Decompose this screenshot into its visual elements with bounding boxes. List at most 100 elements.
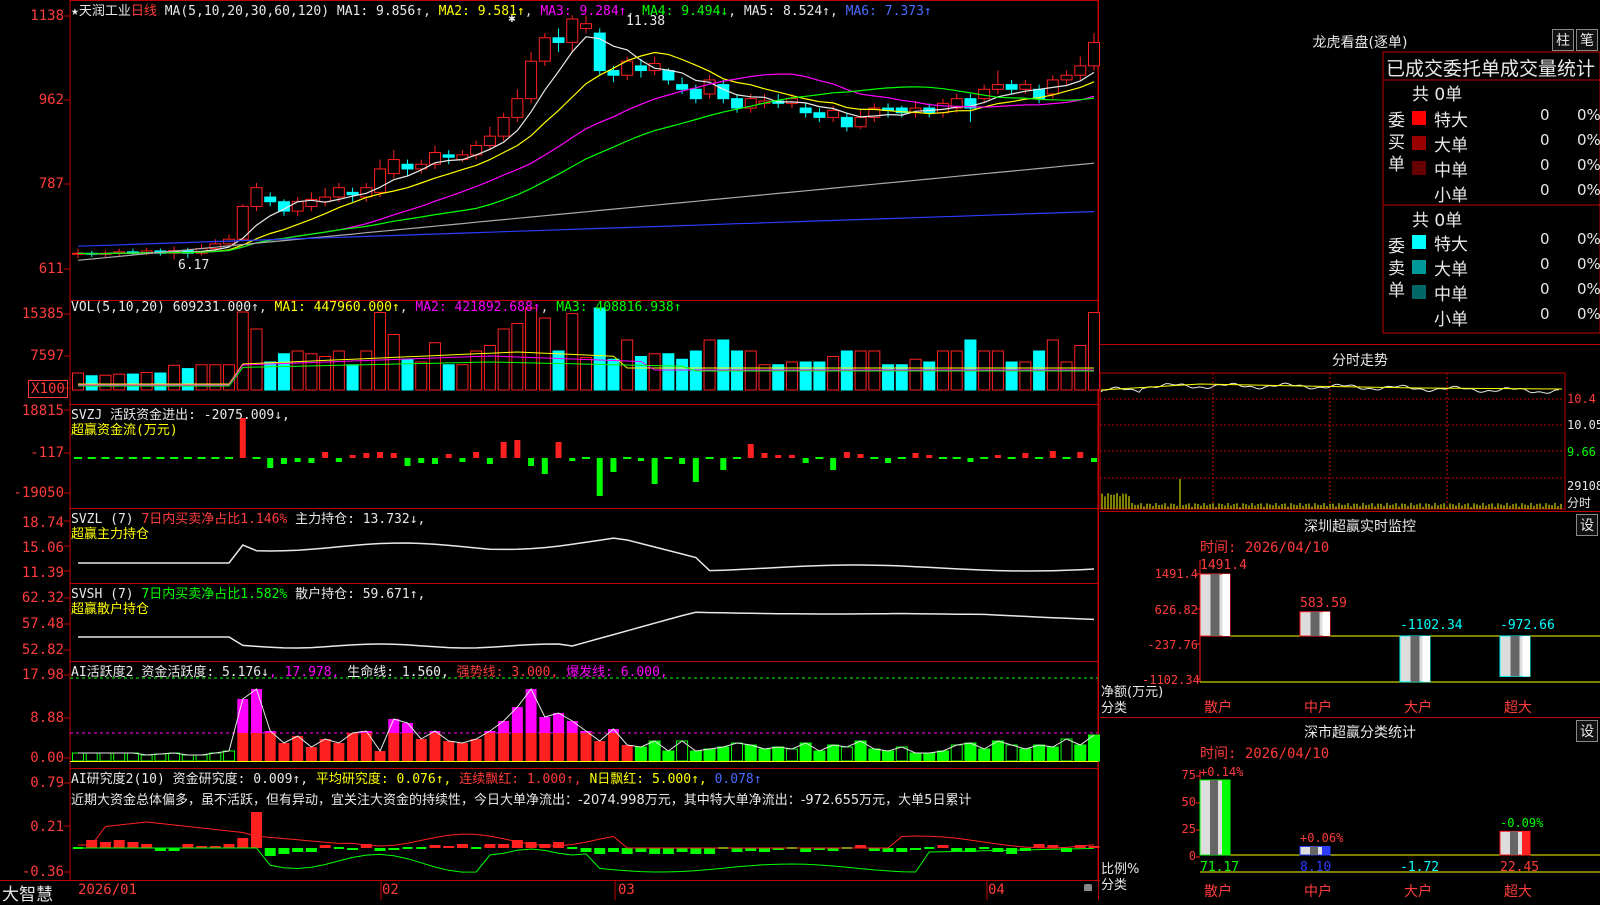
candle-up (497, 116, 510, 137)
activity-bar-burst (498, 721, 510, 733)
fund-inflow-bar (363, 453, 370, 458)
fund-flow-dash (582, 457, 590, 459)
sz-class-settings-button[interactable]: 设 (1576, 720, 1598, 742)
sz-class-bar-color (1222, 780, 1230, 855)
sz-monitor-bar-shade (1510, 636, 1520, 677)
svzj-axis-label: -117 (30, 445, 64, 461)
svzl-ratio: 7日内买卖净占比1.146% (141, 512, 288, 527)
ma-line-ma5 (77, 162, 1095, 261)
svzl-value: 主力持仓: 13.732↓, (295, 512, 426, 527)
activity-bar-strong (374, 751, 386, 761)
fund-inflow-bar (775, 455, 782, 458)
volume-bar (126, 373, 139, 391)
order-count: 0 (1540, 280, 1550, 298)
vol-header: VOL(5,10,20) 609231.000↑, MA1: 447960.00… (71, 300, 682, 315)
activity-bar-strong (429, 733, 441, 761)
ai-research-value: 资金研究度: 0.009↑, (172, 772, 309, 787)
bar-mode-button[interactable]: 柱 (1552, 29, 1574, 51)
vol-unit-button[interactable]: X100 (28, 380, 68, 398)
fund-inflow-bar (994, 455, 1001, 458)
price-header: ★天润工业日线 MA(5,10,20,30,60,120) MA1: 9.856… (71, 4, 932, 19)
ai-research-axis-label: 0.21 (30, 819, 64, 835)
sz-monitor-axis-label: 626.82 (1154, 603, 1198, 617)
fund-flow-dash (115, 457, 124, 459)
candle-down (799, 107, 812, 114)
fund-inflow-bar (1022, 453, 1029, 458)
research-dash (471, 847, 482, 849)
stock-name: 天润工业 (78, 4, 131, 19)
activity-bar (950, 744, 963, 762)
activity-bar (181, 754, 194, 762)
order-percent: 0% (1577, 280, 1600, 298)
volume-bar (1060, 361, 1073, 391)
research-bar-down (662, 848, 674, 854)
main-chart-canvas[interactable]: ✱ (0, 0, 1600, 900)
sz-class-bar-color (1522, 831, 1530, 855)
candle-down (346, 191, 359, 196)
svzj-axis-label: 18815 (21, 403, 64, 419)
candle-down (813, 112, 826, 118)
sz-monitor-value: 1491.4 (1200, 558, 1247, 573)
period-label[interactable]: 日线 (131, 4, 157, 19)
research-bar-up (127, 842, 139, 848)
volume-bar (662, 353, 675, 391)
fund-flow-dash (938, 457, 947, 459)
volume-bar (264, 361, 277, 391)
ma6-value: MA6: 7.373↑ (845, 4, 932, 19)
activity-bar-strong (388, 733, 400, 761)
research-bar-down (649, 848, 661, 854)
order-size-label: 特大 (1434, 235, 1468, 255)
research-bar-down (758, 848, 770, 852)
sz-class-value: 8.10 (1300, 860, 1332, 875)
app-logo[interactable]: 大智慧 (2, 880, 53, 905)
svzl-axis-label: 11.39 (21, 565, 64, 581)
sz-class-axis-label: 75 (1181, 768, 1196, 782)
volume-bar (346, 364, 359, 391)
research-bar-up (250, 812, 262, 848)
fund-outflow-bar (569, 458, 576, 461)
ma-line-ma1 (77, 36, 1095, 255)
research-dash (979, 847, 990, 849)
sz-monitor-settings-button[interactable]: 设 (1576, 514, 1598, 536)
fund-outflow-bar (459, 458, 466, 462)
date-axis-label: 02 (382, 882, 399, 898)
fund-flow-dash (170, 457, 179, 459)
lock-icon[interactable] (1084, 884, 1092, 891)
ai-active-peak: , 17.978, (268, 665, 340, 680)
sz-class-change: +0.06% (1300, 831, 1344, 846)
sz-class-category: 超大 (1504, 884, 1532, 900)
sz-monitor-value: -1102.34 (1400, 618, 1463, 633)
candle-down (689, 88, 702, 100)
favorite-star-icon[interactable]: ★ (71, 4, 79, 19)
activity-bar (813, 750, 826, 762)
tick-mode-button[interactable]: 笔 (1576, 29, 1598, 51)
volume-bar (964, 339, 977, 391)
sz-class-change: +0.14% (1200, 765, 1244, 780)
fund-outflow-bar (651, 458, 658, 484)
sz-class-bar-shade (1310, 846, 1318, 855)
fund-outflow-bar (404, 458, 411, 466)
color-swatch (1412, 161, 1426, 175)
activity-bar (1074, 744, 1087, 762)
activity-bar (909, 752, 922, 762)
activity-bar (840, 746, 853, 762)
volume-bar (72, 372, 84, 391)
candle-up (525, 60, 538, 100)
volume-bar (607, 358, 620, 391)
activity-bar-strong (278, 743, 290, 761)
order-size-label: 中单 (1434, 285, 1468, 305)
sz-monitor-category: 超大 (1504, 700, 1532, 716)
research-bar-down (388, 848, 400, 850)
research-bar-up (484, 844, 496, 848)
volume-bar (181, 368, 194, 391)
candle-down (634, 65, 647, 72)
svzj-axis-label: -19050 (13, 485, 64, 501)
candle-up (936, 102, 949, 114)
volume-bar (236, 311, 249, 391)
research-bar-down (264, 848, 276, 856)
research-dash (924, 847, 935, 849)
activity-bar-burst (388, 719, 400, 733)
intraday-axis-label: 9.66 (1567, 445, 1596, 459)
ai-active-axis-label: 0.00 (30, 750, 64, 766)
fund-inflow-bar (926, 455, 933, 458)
